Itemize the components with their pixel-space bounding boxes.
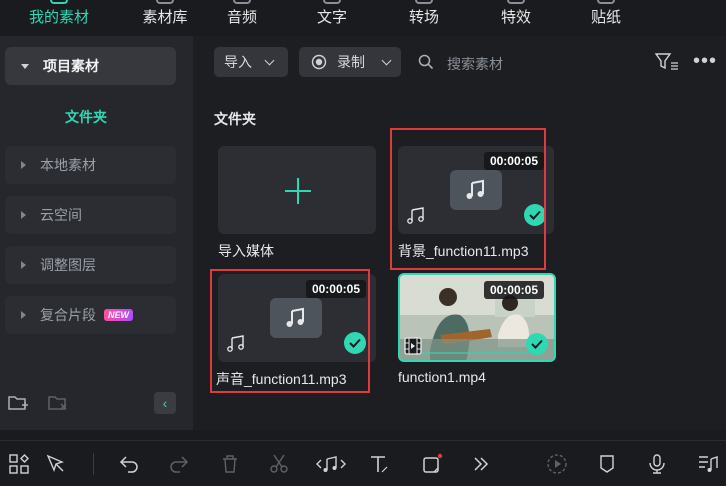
play-ai-icon[interactable] [546, 453, 568, 475]
caret-right-icon [21, 161, 26, 169]
microphone-icon[interactable] [646, 453, 668, 475]
music-list-icon[interactable] [697, 453, 719, 475]
scissors-icon[interactable] [268, 453, 290, 475]
audio-icon [233, 0, 251, 4]
layout-grid-icon[interactable] [8, 453, 30, 475]
sidebar-item-folder[interactable]: 文件夹 [0, 107, 172, 127]
record-dropdown[interactable]: 录制 [299, 47, 401, 77]
import-media-card[interactable] [218, 146, 376, 234]
marker-icon[interactable] [596, 453, 618, 475]
caret-right-icon [21, 211, 26, 219]
import-dropdown[interactable]: 导入 [214, 47, 288, 77]
library-icon [156, 0, 174, 4]
sidebar-item-label: 本地素材 [40, 157, 96, 173]
caret-down-icon [21, 63, 29, 69]
sidebar-item-label: 云空间 [40, 207, 82, 223]
more-tools-icon[interactable] [470, 453, 492, 475]
folder-icon [50, 0, 68, 4]
tab-label: 我的素材 [28, 9, 89, 26]
check-icon [526, 333, 548, 355]
search-input[interactable]: 搜索素材 [447, 54, 503, 74]
tab-transition[interactable]: 转场 [394, 0, 454, 36]
effects-icon [507, 0, 525, 4]
new-badge: NEW [104, 309, 133, 321]
tab-my-media[interactable]: 我的素材 [20, 0, 98, 36]
tab-label: 素材库 [142, 9, 188, 26]
caret-right-icon [21, 261, 26, 269]
new-folder-icon[interactable] [7, 394, 29, 412]
record-label: 录制 [337, 54, 365, 70]
caret-right-icon [21, 311, 26, 319]
highlight-box [390, 128, 546, 270]
duration-badge: 00:00:05 [483, 281, 544, 299]
import-label: 导入 [224, 54, 252, 70]
tab-label: 转场 [408, 9, 439, 26]
search-icon [418, 54, 434, 70]
tab-label: 文字 [316, 9, 347, 26]
sidebar-item-label: 项目素材 [43, 58, 99, 74]
top-tab-bar: 我的素材 素材库 音频 文字 转场 特效 贴纸 [0, 0, 726, 36]
undo-icon[interactable] [118, 453, 140, 475]
sidebar-item-label: 复合片段 [40, 307, 96, 323]
sidebar: 项目素材 文件夹 本地素材 云空间 调整图层 复合片段 NEW ‹ [0, 36, 193, 430]
timeline-toolbar [0, 440, 726, 486]
audio-split-icon[interactable] [316, 453, 346, 475]
record-icon [311, 54, 327, 70]
chevron-down-icon [264, 55, 275, 65]
media-card-video[interactable]: 00:00:05 [398, 273, 556, 362]
crop-shape-icon[interactable] [421, 453, 443, 475]
text-tool-icon[interactable] [368, 453, 390, 475]
media-panel: 导入 录制 搜索素材 ••• 文件夹 导入媒体 00:00:05 背景_func… [193, 36, 726, 430]
collapse-sidebar-button[interactable]: ‹ [154, 392, 176, 414]
tab-label: 音频 [226, 9, 257, 26]
delete-icon[interactable] [219, 453, 241, 475]
section-title: 文件夹 [214, 111, 256, 127]
tab-stickers[interactable]: 贴纸 [576, 0, 636, 36]
import-media-label: 导入媒体 [218, 243, 274, 259]
highlight-box [210, 269, 370, 393]
redo-icon[interactable] [168, 453, 190, 475]
select-cursor-icon[interactable] [45, 453, 67, 475]
divider [93, 453, 94, 475]
tab-label: 特效 [500, 9, 531, 26]
sticker-icon [597, 0, 615, 4]
plus-icon [285, 178, 311, 204]
more-options-icon[interactable]: ••• [693, 50, 717, 73]
transition-icon [415, 0, 433, 4]
sidebar-item-project-media[interactable]: 项目素材 [5, 47, 176, 85]
tab-library[interactable]: 素材库 [120, 0, 210, 36]
tab-effects[interactable]: 特效 [486, 0, 546, 36]
sidebar-item-cloud[interactable]: 云空间 [5, 196, 176, 234]
media-name: function1.mp4 [398, 369, 486, 385]
sidebar-item-compound-clip[interactable]: 复合片段 NEW [5, 296, 176, 334]
sidebar-item-label: 调整图层 [40, 257, 96, 273]
film-icon [404, 337, 422, 355]
sidebar-item-adjust-layer[interactable]: 调整图层 [5, 246, 176, 284]
chevron-left-icon: ‹ [162, 395, 168, 411]
delete-folder-icon[interactable] [47, 394, 69, 412]
text-icon [323, 0, 341, 4]
tab-audio[interactable]: 音频 [212, 0, 272, 36]
chevron-down-icon [381, 55, 392, 65]
filter-icon[interactable] [655, 52, 679, 72]
sidebar-item-local[interactable]: 本地素材 [5, 146, 176, 184]
tab-text[interactable]: 文字 [302, 0, 362, 36]
tab-label: 贴纸 [590, 9, 621, 26]
